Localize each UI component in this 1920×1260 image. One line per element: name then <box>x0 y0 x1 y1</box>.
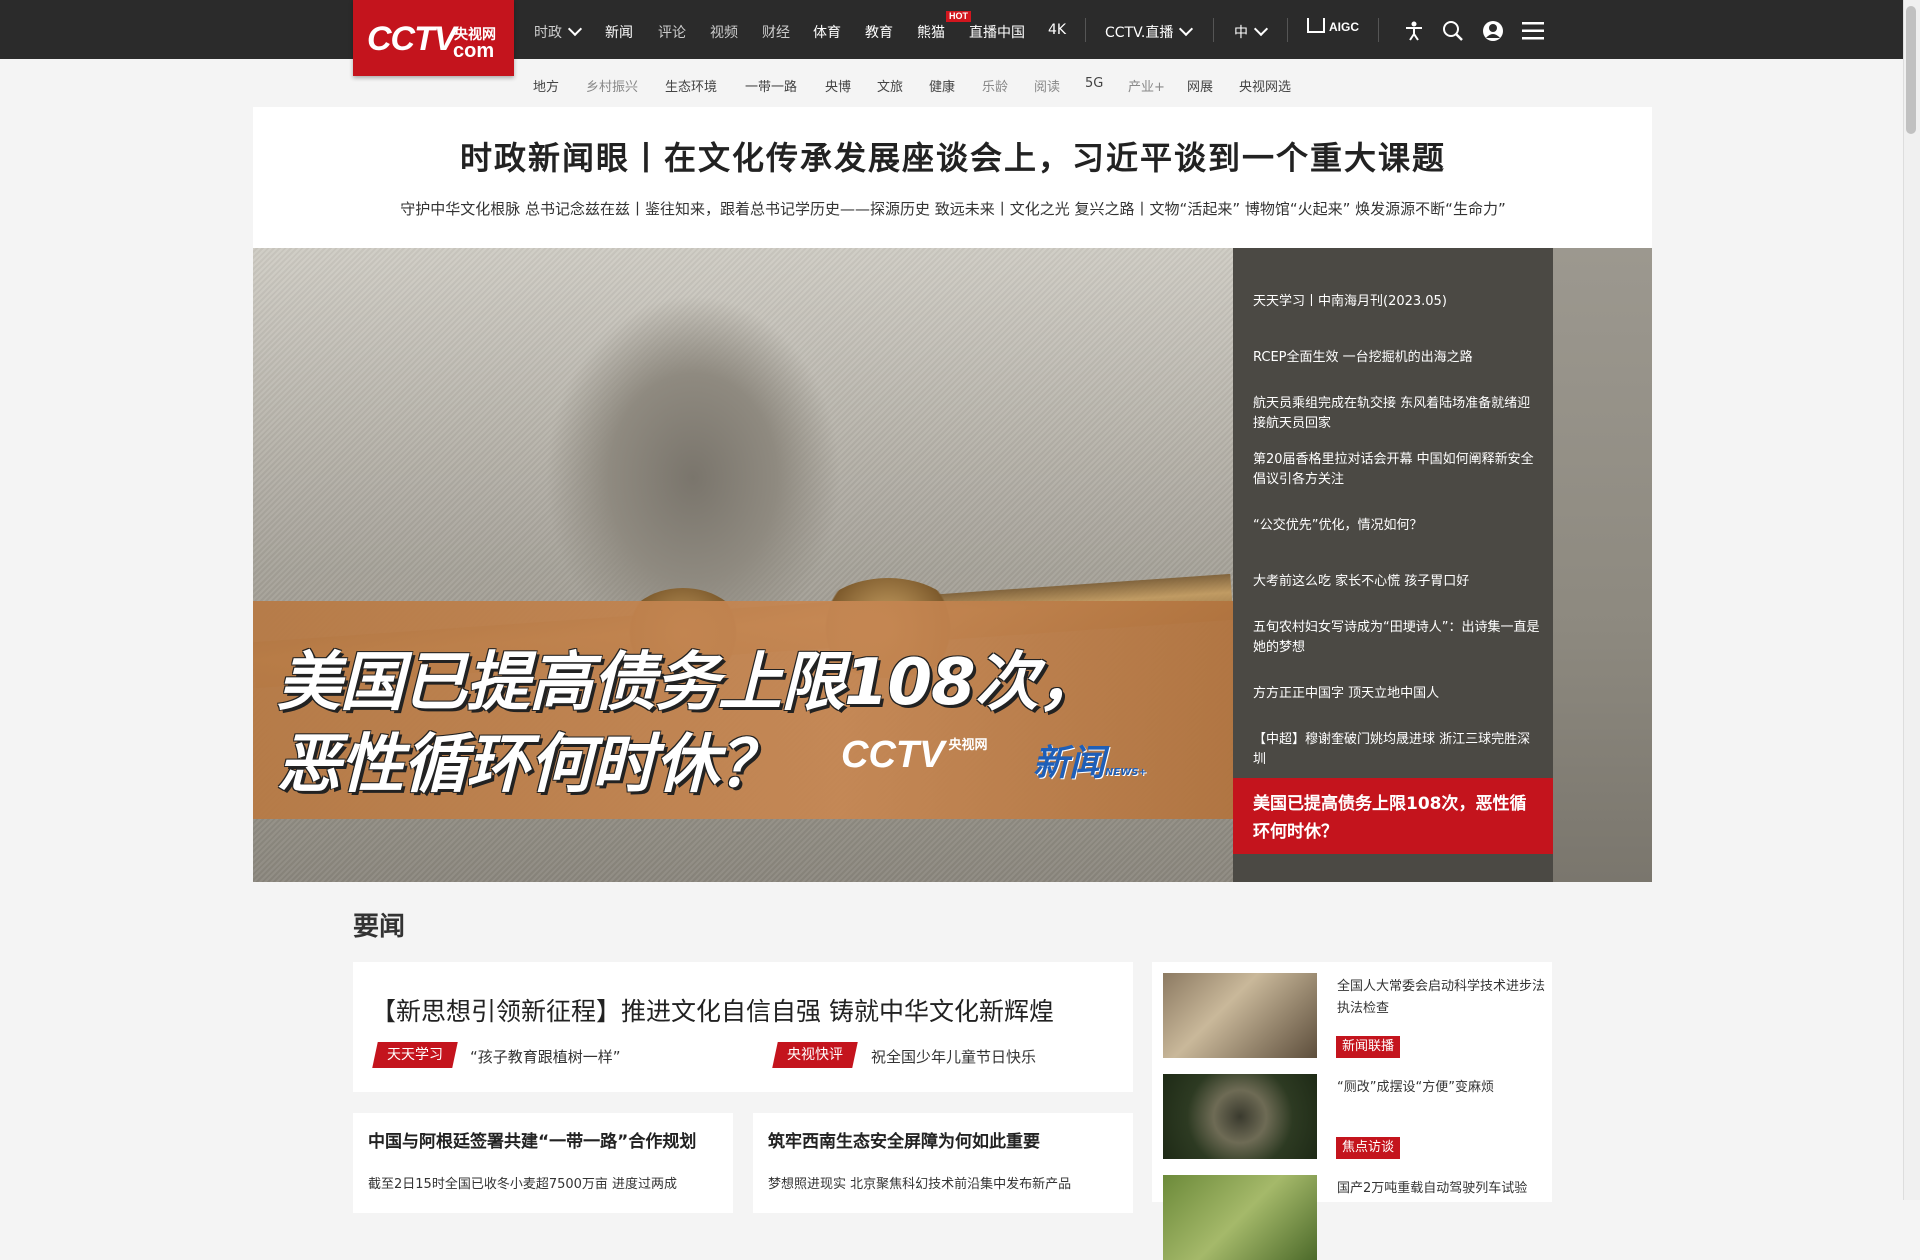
subnav-item-shop[interactable]: 央视网选 <box>1239 76 1291 95</box>
hero-right-edge <box>1553 248 1652 882</box>
scrollbar-thumb[interactable] <box>1906 6 1916 134</box>
subnav-item-exhibition[interactable]: 网展 <box>1187 76 1213 95</box>
nav-item-4k[interactable]: 4K <box>1048 22 1066 38</box>
hero-cctv-logo: CCTV 央视网 <box>841 734 988 776</box>
subnav-item-health[interactable]: 健康 <box>929 76 955 95</box>
tag-cctv-commentary-link[interactable]: 祝全国少年儿童节日快乐 <box>871 1046 1036 1067</box>
hero-list-item[interactable]: 航天员乘组完成在轨交接 东风着陆场准备就绪迎接航天员回家 <box>1253 394 1543 434</box>
nav-item-live-china[interactable]: 直播中国 <box>969 22 1025 42</box>
nav-item-sports[interactable]: 体育 <box>813 22 841 42</box>
top-news-title[interactable]: 【新思想引领新征程】推进文化自信自强 铸就中华文化新辉煌 <box>371 992 1054 1028</box>
hero-list-item[interactable]: 五旬农村妇女写诗成为“田埂诗人”：出诗集一直是她的梦想 <box>1253 618 1543 658</box>
news-thumbnail[interactable] <box>1163 1074 1317 1159</box>
subnav-item-yangbo[interactable]: 央博 <box>825 76 851 95</box>
accessibility-icon[interactable] <box>1402 20 1426 42</box>
house-icon <box>1307 18 1325 34</box>
nav-item-education[interactable]: 教育 <box>865 22 893 42</box>
hero-news-plus-logo: 新闻NEWS+ <box>1033 743 1147 784</box>
hero-carousel-image[interactable]: 美国已提高债务上限108次， 恶性循环何时休？ CCTV 央视网 新闻NEWS+ <box>253 248 1233 882</box>
logo-com-text: com <box>453 40 495 62</box>
hero-list-item[interactable]: 天天学习丨中南海月刊(2023.05) <box>1253 292 1543 312</box>
sidebar-news-title[interactable]: 国产2万吨重载自动驾驶列车试验 <box>1337 1178 1547 1200</box>
nav-item-video[interactable]: 视频 <box>710 22 738 42</box>
tag-daily-study-link[interactable]: “孩子教育跟植树一样” <box>470 1046 621 1067</box>
top-news-card: 【新思想引领新征程】推进文化自信自强 铸就中华文化新辉煌 天天学习 “孩子教育跟… <box>353 962 1133 1092</box>
hero-list-item[interactable]: “公交优先”优化，情况如何？ <box>1253 516 1543 536</box>
nav-item-finance[interactable]: 财经 <box>762 22 790 42</box>
subnav-item-senior[interactable]: 乐龄 <box>982 76 1008 95</box>
nav-item-panda[interactable]: 熊猫 <box>917 22 945 42</box>
subnav-item-industry[interactable]: 产业+ <box>1128 76 1165 95</box>
subnav-item-culture-travel[interactable]: 文旅 <box>877 76 903 95</box>
hero-list-item[interactable]: RCEP全面生效 一台挖掘机的出海之路 <box>1253 348 1543 368</box>
subnav-item-rural[interactable]: 乡村振兴 <box>586 76 638 95</box>
subnav-item-5g[interactable]: 5G <box>1085 76 1103 91</box>
logo-text: CCTV <box>367 20 457 58</box>
tag-daily-study[interactable]: 天天学习 <box>372 1042 458 1068</box>
nav-divider <box>1085 18 1086 42</box>
sidebar-news-tag[interactable]: 新闻联播 <box>1336 1036 1401 1058</box>
section-title-top-news: 要闻 <box>353 912 406 942</box>
nav-divider <box>1287 18 1288 42</box>
cctv-logo[interactable]: CCTV 央视网 com <box>353 0 514 76</box>
subnav-item-local[interactable]: 地方 <box>533 76 559 95</box>
menu-icon[interactable] <box>1522 22 1544 40</box>
language-selector[interactable]: 中 <box>1234 21 1269 42</box>
news-card-desc[interactable]: 截至2日15时全国已收冬小麦超7500万亩 进度过两成 <box>368 1173 677 1192</box>
tag-cctv-commentary[interactable]: 央视快评 <box>772 1042 858 1068</box>
chevron-down-icon <box>1179 21 1194 37</box>
nav-divider <box>1378 18 1379 42</box>
nav-item-cctv-live[interactable]: CCTV.直播 <box>1105 21 1194 42</box>
hero-banner-line-1: 美国已提高债务上限108次， <box>277 646 1102 720</box>
subnav-item-reading[interactable]: 阅读 <box>1034 76 1060 95</box>
hero-list-item-active[interactable]: 美国已提高债务上限108次，恶性循环何时休？ <box>1233 778 1553 854</box>
hero-headline-list: 天天学习丨中南海月刊(2023.05) RCEP全面生效 一台挖掘机的出海之路 … <box>1233 248 1553 882</box>
top-nav-bar <box>0 0 1903 59</box>
news-card-desc[interactable]: 梦想照进现实 北京聚焦科幻技术前沿集中发布新产品 <box>768 1173 1071 1192</box>
aigc-link[interactable]: AIGC <box>1307 18 1359 40</box>
subnav-item-belt-road[interactable]: 一带一路 <box>745 76 797 95</box>
video-news-sidebar: 全国人大常委会启动科学技术进步法执法检查 新闻联播 “厕改”成摆设“方便”变麻烦… <box>1152 962 1552 1260</box>
chevron-down-icon <box>1253 21 1269 37</box>
news-card-title[interactable]: 筑牢西南生态安全屏障为何如此重要 <box>768 1127 1040 1152</box>
sidebar-news-title[interactable]: 全国人大常委会启动科学技术进步法执法检查 <box>1337 976 1547 1020</box>
nav-item-news[interactable]: 新闻 <box>605 22 633 42</box>
hero-list-item[interactable]: 方方正正中国字 顶天立地中国人 <box>1253 684 1543 704</box>
news-thumbnail[interactable] <box>1163 1175 1317 1260</box>
sidebar-news-title[interactable]: “厕改”成摆设“方便”变麻烦 <box>1337 1077 1547 1099</box>
news-card: 筑牢西南生态安全屏障为何如此重要 梦想照进现实 北京聚焦科幻技术前沿集中发布新产… <box>753 1113 1133 1213</box>
search-icon[interactable] <box>1442 20 1464 42</box>
chevron-down-icon <box>567 21 583 37</box>
hero-list-item[interactable]: 【中超】穆谢奎破门姚均晟进球 浙江三球完胜深圳 <box>1253 730 1543 770</box>
hot-badge: HOT <box>946 11 971 22</box>
user-icon[interactable] <box>1482 20 1504 42</box>
sidebar-news-tag[interactable]: 焦点访谈 <box>1336 1137 1401 1159</box>
nav-item-politics[interactable]: 时政 <box>534 21 583 42</box>
scrollbar-track[interactable] <box>1903 0 1920 1200</box>
news-card-title[interactable]: 中国与阿根廷签署共建“一带一路”合作规划 <box>368 1127 696 1152</box>
page-headline[interactable]: 时政新闻眼丨在文化传承发展座谈会上，习近平谈到一个重大课题 <box>0 133 1906 179</box>
hero-banner-line-2: 恶性循环何时休？ <box>277 728 782 802</box>
news-thumbnail[interactable] <box>1163 973 1317 1058</box>
subnav-item-ecology[interactable]: 生态环境 <box>665 76 717 95</box>
news-card: 中国与阿根廷签署共建“一带一路”合作规划 截至2日15时全国已收冬小麦超7500… <box>353 1113 733 1213</box>
hero-list-item[interactable]: 第20届香格里拉对话会开幕 中国如何阐释新安全倡议引各方关注 <box>1253 450 1543 490</box>
nav-divider <box>1213 18 1214 42</box>
nav-item-comment[interactable]: 评论 <box>658 22 686 42</box>
hero-list-item[interactable]: 大考前这么吃 家长不心慌 孩子胃口好 <box>1253 572 1543 592</box>
headline-related-links[interactable]: 守护中华文化根脉 总书记念兹在兹丨鉴往知来，跟着总书记学历史——探源历史 致远未… <box>0 198 1906 219</box>
